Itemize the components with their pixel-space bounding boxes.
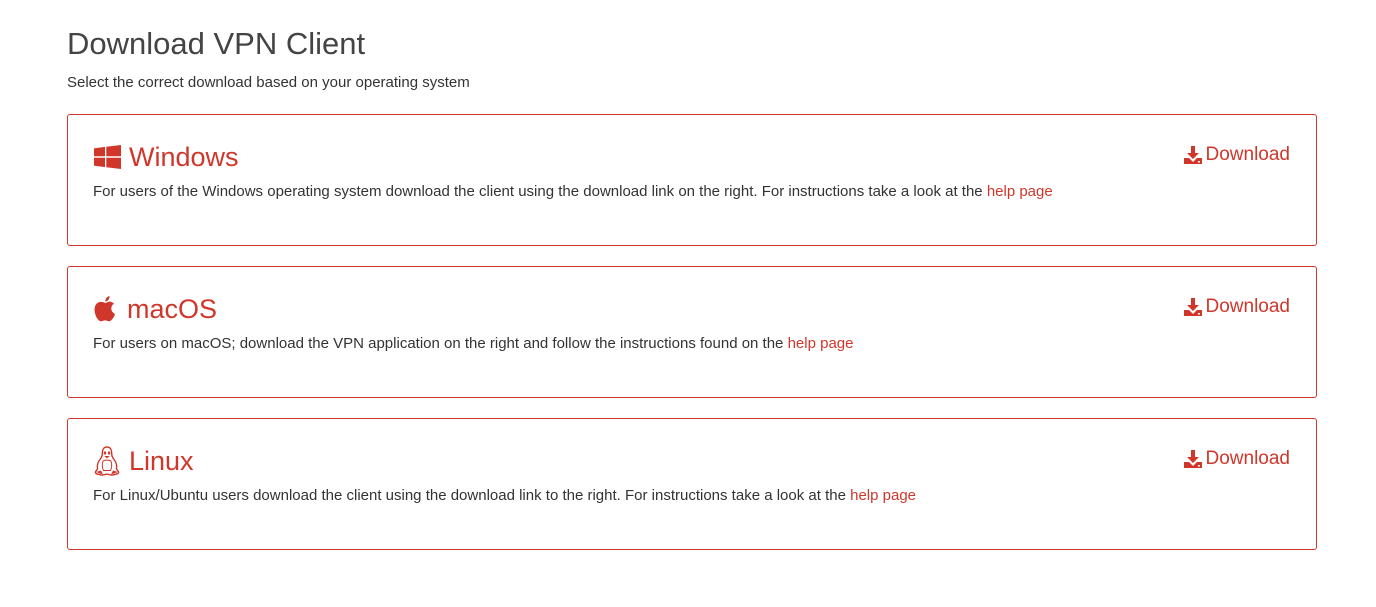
linux-description: For Linux/Ubuntu users download the clie… — [93, 486, 916, 506]
windows-description: For users of the Windows operating syste… — [93, 182, 1053, 202]
windows-download-button[interactable]: Download — [1183, 143, 1291, 167]
windows-card: Windows For users of the Windows operati… — [67, 114, 1317, 246]
linux-download-label: Download — [1205, 448, 1291, 469]
linux-description-text: For Linux/Ubuntu users download the clie… — [93, 487, 851, 504]
linux-card: Linux For Linux/Ubuntu users download th… — [67, 418, 1317, 550]
page-subtitle: Select the correct download based on you… — [67, 74, 470, 91]
download-icon — [1183, 298, 1202, 316]
macos-download-label: Download — [1205, 296, 1291, 317]
windows-header: Windows — [93, 139, 239, 175]
macos-card: macOS For users on macOS; download the V… — [67, 266, 1317, 398]
macos-header: macOS — [93, 291, 217, 327]
windows-icon — [93, 142, 121, 172]
windows-help-link[interactable]: help page — [987, 183, 1053, 200]
linux-help-link[interactable]: help page — [850, 487, 916, 504]
macos-description-text: For users on macOS; download the VPN app… — [93, 335, 788, 352]
download-icon — [1183, 450, 1202, 468]
linux-icon — [93, 446, 121, 476]
windows-description-text: For users of the Windows operating syste… — [93, 183, 987, 200]
linux-header: Linux — [93, 443, 194, 479]
os-name-windows: Windows — [129, 142, 239, 172]
macos-download-button[interactable]: Download — [1183, 295, 1291, 319]
macos-help-link[interactable]: help page — [788, 335, 854, 352]
apple-icon — [93, 294, 117, 324]
download-icon — [1183, 146, 1202, 164]
os-name-macos: macOS — [127, 294, 218, 324]
macos-description: For users on macOS; download the VPN app… — [93, 334, 853, 354]
windows-download-label: Download — [1205, 144, 1291, 165]
page-title: Download VPN Client — [67, 26, 366, 61]
linux-download-button[interactable]: Download — [1183, 447, 1291, 471]
os-name-linux: Linux — [129, 446, 194, 476]
